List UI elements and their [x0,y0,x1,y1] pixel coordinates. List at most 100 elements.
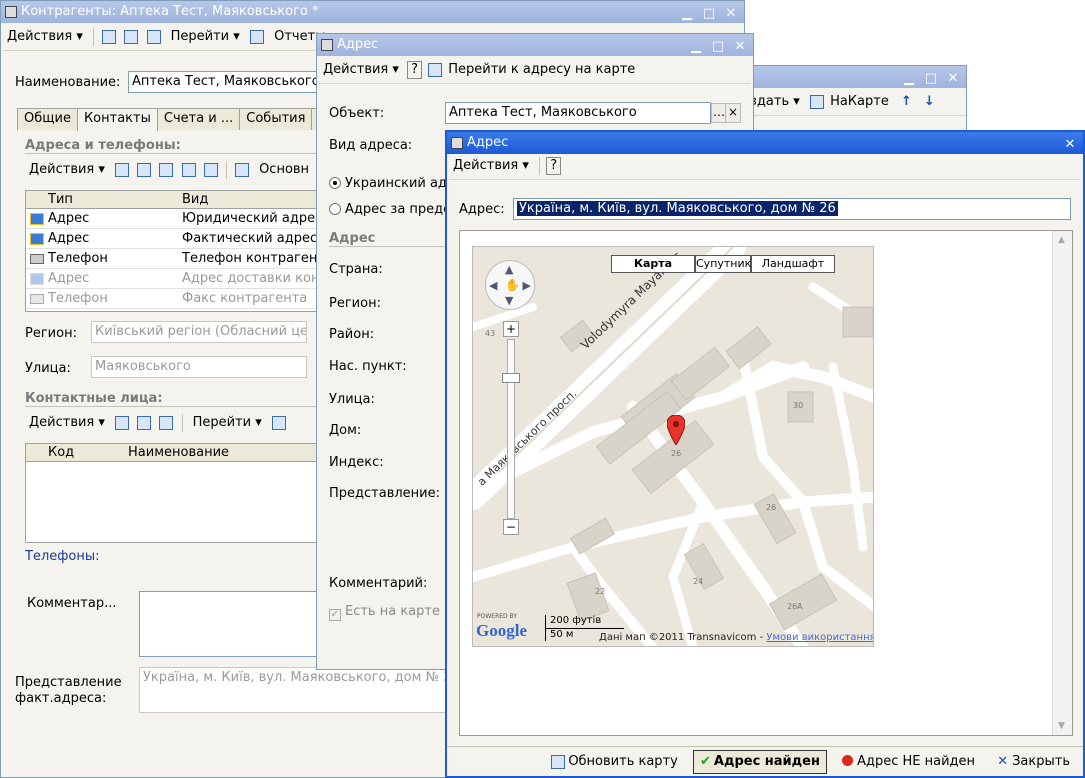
help-button[interactable]: ? [407,61,422,79]
goto-map-button[interactable]: Перейти к адресу на карте [448,58,639,82]
col-name[interactable]: Наименование [128,444,229,462]
map-icon[interactable] [809,95,824,109]
back-icon[interactable] [102,30,117,44]
contacts-actions-label: Действия [29,415,95,430]
table-row[interactable]: Адрес Адрес доставки конт [26,269,324,289]
map-icon[interactable] [428,63,443,77]
zoom-slider[interactable]: + − [502,321,520,537]
table-row[interactable]: Адрес Фактический адрес [26,229,324,249]
refresh-contacts-icon[interactable] [271,416,286,430]
repr-field[interactable]: Україна, м. Київ, вул. Маяковського, дом… [139,667,459,713]
address-actions-menu[interactable]: Действия ▾ [319,58,403,82]
zoom-thumb[interactable] [502,373,520,383]
counterparty-titlebar[interactable]: Контрагенты: Аптека Тест, Маяковського *… [1,1,744,23]
zoom-in-icon[interactable]: + [503,321,519,337]
address-titlebar[interactable]: Адрес ▁ □ ✕ [317,34,753,56]
add-row-icon[interactable] [115,163,130,177]
goto-menu[interactable]: Перейти ▾ [167,25,244,49]
on-map-button[interactable]: НаКарте [830,90,893,114]
map-address-titlebar[interactable]: Адрес ✕ [447,132,1083,154]
arrow-down-icon[interactable]: ↓ [920,90,939,114]
pan-control[interactable]: ▲ ◀ ▶ ▼ ✋ [485,260,535,310]
radio-ukrainian[interactable]: Украинский адр [329,176,455,191]
maximize-icon[interactable]: □ [700,5,718,23]
close-icon[interactable]: ✕ [944,70,962,88]
radio-button[interactable] [329,177,341,189]
save-icon[interactable] [203,163,218,177]
col-code[interactable]: Код [48,444,74,462]
pan-up-icon[interactable]: ▲ [505,263,513,276]
close-icon[interactable]: ✕ [1061,136,1079,154]
terms-link[interactable]: Умови використання [766,632,873,643]
copy-row-icon[interactable] [137,163,152,177]
addr-actions-menu[interactable]: Действия ▾ [25,158,109,182]
radio-foreign[interactable]: Адрес за преде [329,202,451,217]
map-type-map[interactable]: Карта [611,255,695,273]
add-contact-icon[interactable] [115,416,130,430]
zoom-track[interactable] [507,339,515,519]
tab-events[interactable]: События [239,108,313,130]
close-icon[interactable]: ✕ [722,5,740,23]
map-type-terrain[interactable]: Ландшафт [751,255,835,273]
checkbox[interactable]: ✓ [329,609,341,621]
contacts-goto-menu[interactable]: Перейти ▾ [189,411,266,435]
minimize-icon[interactable]: ▁ [900,70,918,88]
radio-button[interactable] [329,203,341,215]
house-number: 26А [787,602,803,611]
settings-icon[interactable] [234,163,249,177]
table-row[interactable]: Адрес Юридический адрес [26,209,324,229]
refresh-icon[interactable] [124,30,139,44]
close-icon[interactable]: ✕ [731,38,749,56]
minimize-icon[interactable]: ▁ [687,38,705,56]
address-not-found-button[interactable]: Адрес НЕ найден [835,750,982,774]
minimize-icon[interactable]: ▁ [678,5,696,23]
background-titlebar[interactable]: ▁ □ ✕ [746,66,966,88]
map-actions-menu[interactable]: Действия ▾ [449,154,533,178]
google-logo[interactable]: Google [476,621,527,641]
refresh-map-button[interactable]: Обновить карту [544,750,685,774]
main-button[interactable]: Основн [255,158,313,182]
create-menu[interactable]: здать ▾ [746,90,804,114]
actions-menu[interactable]: Действия ▾ [3,25,87,49]
address-found-button[interactable]: ✔ Адрес найден [692,750,827,774]
object-field[interactable]: Аптека Тест, Маяковського [445,102,711,124]
map-viewport[interactable]: Volodymyra Mayakovs а Маяковського просп… [472,246,874,647]
contacts-actions-menu[interactable]: Действия ▾ [25,411,109,435]
region-field[interactable]: Київський регіон (Обласний цен [91,321,307,343]
zoom-out-icon[interactable]: − [503,519,519,535]
col-kind[interactable]: Вид [182,191,208,209]
delete-row-icon[interactable] [181,163,196,177]
pan-right-icon[interactable]: ▶ [523,279,531,292]
table-row[interactable]: Телефон Телефон контраген [26,249,324,269]
comment-field[interactable] [139,591,329,657]
edit-row-icon[interactable] [159,163,174,177]
col-type[interactable]: Тип [48,191,73,209]
tab-contacts[interactable]: Контакты [76,108,158,131]
on-map-checkbox[interactable]: ✓ Есть на карте [329,604,440,621]
tab-accounts[interactable]: Счета и ... [156,108,241,130]
map-type-satellite[interactable]: Супутник [695,255,751,273]
pan-down-icon[interactable]: ▼ [505,294,513,307]
table-row[interactable]: Телефон Факс контрагента [26,289,324,309]
maximize-icon[interactable]: □ [709,38,727,56]
scroll-down-icon[interactable]: ▼ [1058,721,1065,731]
close-button[interactable]: ✕ Закрыть [990,750,1077,774]
street-field[interactable]: Маяковського [91,356,307,378]
location-marker-icon[interactable] [666,414,686,446]
reports-icon[interactable] [249,30,264,44]
name-field[interactable]: Аптека Тест, Маяковського [128,71,318,93]
help-button[interactable]: ? [546,157,562,175]
goto-icon[interactable] [146,30,161,44]
vertical-scrollbar[interactable]: ▲ ▼ [1052,231,1072,735]
address-field[interactable]: Україна, м. Київ, вул. Маяковського, дом… [513,198,1071,220]
scroll-up-icon[interactable]: ▲ [1058,235,1065,245]
house-number: 26 [671,449,682,458]
edit-contact-icon[interactable] [159,416,174,430]
tab-general[interactable]: Общие [17,108,78,130]
copy-contact-icon[interactable] [137,416,152,430]
object-clear-button[interactable]: × [725,103,741,123]
map-frame[interactable]: ▲ ▼ Volodymyra Mayakovs а Маяковського п… [459,230,1073,736]
arrow-up-icon[interactable]: ↑ [897,90,916,114]
pan-left-icon[interactable]: ◀ [489,279,497,292]
maximize-icon[interactable]: □ [922,70,940,88]
